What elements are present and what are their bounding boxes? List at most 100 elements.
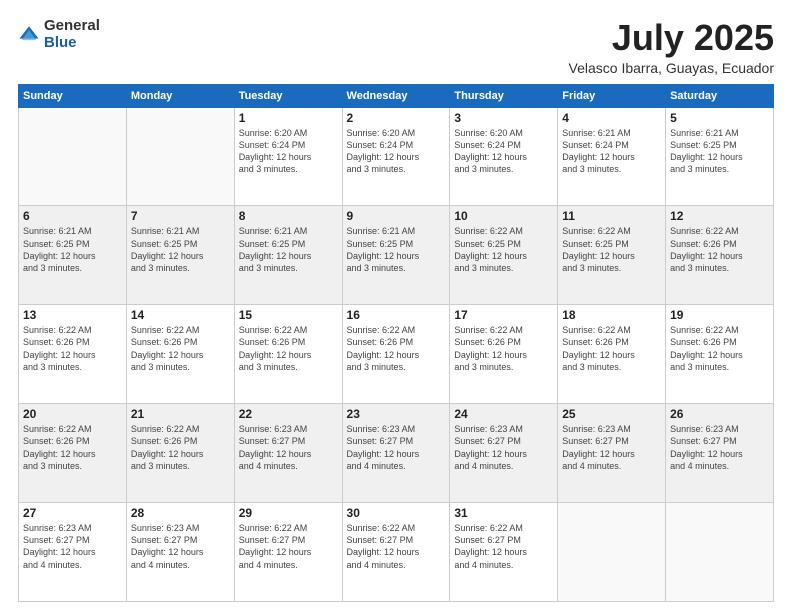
table-row — [126, 107, 234, 206]
logo-icon — [18, 24, 40, 46]
day-number: 13 — [23, 308, 122, 322]
month-title: July 2025 — [569, 18, 774, 58]
table-row: 27Sunrise: 6:23 AM Sunset: 6:27 PM Dayli… — [19, 503, 127, 602]
day-info: Sunrise: 6:22 AM Sunset: 6:26 PM Dayligh… — [131, 324, 230, 373]
day-info: Sunrise: 6:22 AM Sunset: 6:26 PM Dayligh… — [131, 423, 230, 472]
header-row: Sunday Monday Tuesday Wednesday Thursday… — [19, 84, 774, 107]
day-number: 24 — [454, 407, 553, 421]
day-info: Sunrise: 6:23 AM Sunset: 6:27 PM Dayligh… — [454, 423, 553, 472]
table-row: 11Sunrise: 6:22 AM Sunset: 6:25 PM Dayli… — [558, 206, 666, 305]
day-number: 28 — [131, 506, 230, 520]
day-info: Sunrise: 6:22 AM Sunset: 6:26 PM Dayligh… — [23, 324, 122, 373]
day-info: Sunrise: 6:22 AM Sunset: 6:26 PM Dayligh… — [23, 423, 122, 472]
table-row: 2 Sunrise: 6:20 AM Sunset: 6:24 PM Daylig… — [342, 107, 450, 206]
day-number: 31 — [454, 506, 553, 520]
logo-words: General Blue — [44, 18, 100, 51]
day-info: Sunrise: 6:23 AM Sunset: 6:27 PM Dayligh… — [131, 522, 230, 571]
table-row: 1 Sunrise: 6:20 AM Sunset: 6:24 PM Daylig… — [234, 107, 342, 206]
calendar-week-row: 13 Sunrise: 6:22 AM Sunset: 6:26 PM Dayli… — [19, 305, 774, 404]
day-number: 19 — [670, 308, 769, 322]
table-row — [666, 503, 774, 602]
col-wednesday: Wednesday — [342, 84, 450, 107]
table-row: 25Sunrise: 6:23 AM Sunset: 6:27 PM Dayli… — [558, 404, 666, 503]
table-row: 6 Sunrise: 6:21 AM Sunset: 6:25 PM Daylig… — [19, 206, 127, 305]
table-row: 20 Sunrise: 6:22 AM Sunset: 6:26 PM Dayli… — [19, 404, 127, 503]
table-row: 18Sunrise: 6:22 AM Sunset: 6:26 PM Dayli… — [558, 305, 666, 404]
table-row — [558, 503, 666, 602]
day-number: 11 — [562, 209, 661, 223]
col-tuesday: Tuesday — [234, 84, 342, 107]
table-row: 24 Sunrise: 6:23 AM Sunset: 6:27 PM Dayli… — [450, 404, 558, 503]
table-row: 10Sunrise: 6:22 AM Sunset: 6:25 PM Dayli… — [450, 206, 558, 305]
day-info: Sunrise: 6:22 AM Sunset: 6:26 PM Dayligh… — [454, 324, 553, 373]
table-row — [19, 107, 127, 206]
col-monday: Monday — [126, 84, 234, 107]
day-number: 1 — [239, 111, 338, 125]
logo: General Blue — [18, 18, 100, 51]
day-number: 21 — [131, 407, 230, 421]
day-info: Sunrise: 6:21 AM Sunset: 6:25 PM Dayligh… — [239, 225, 338, 274]
day-number: 9 — [347, 209, 446, 223]
day-info: Sunrise: 6:22 AM Sunset: 6:27 PM Dayligh… — [347, 522, 446, 571]
day-info: Sunrise: 6:22 AM Sunset: 6:25 PM Dayligh… — [454, 225, 553, 274]
day-number: 4 — [562, 111, 661, 125]
col-thursday: Thursday — [450, 84, 558, 107]
table-row: 14 Sunrise: 6:22 AM Sunset: 6:26 PM Dayli… — [126, 305, 234, 404]
day-info: Sunrise: 6:22 AM Sunset: 6:26 PM Dayligh… — [347, 324, 446, 373]
logo-general: General — [44, 18, 100, 35]
table-row: 4 Sunrise: 6:21 AM Sunset: 6:24 PM Daylig… — [558, 107, 666, 206]
day-info: Sunrise: 6:21 AM Sunset: 6:25 PM Dayligh… — [23, 225, 122, 274]
day-info: Sunrise: 6:22 AM Sunset: 6:26 PM Dayligh… — [670, 324, 769, 373]
calendar-table: Sunday Monday Tuesday Wednesday Thursday… — [18, 84, 774, 602]
day-number: 12 — [670, 209, 769, 223]
day-number: 17 — [454, 308, 553, 322]
col-sunday: Sunday — [19, 84, 127, 107]
table-row: 22 Sunrise: 6:23 AM Sunset: 6:27 PM Dayli… — [234, 404, 342, 503]
logo-blue: Blue — [44, 35, 100, 52]
table-row: 3 Sunrise: 6:20 AM Sunset: 6:24 PM Daylig… — [450, 107, 558, 206]
calendar-header: Sunday Monday Tuesday Wednesday Thursday… — [19, 84, 774, 107]
day-number: 20 — [23, 407, 122, 421]
day-info: Sunrise: 6:20 AM Sunset: 6:24 PM Dayligh… — [347, 127, 446, 176]
day-number: 2 — [347, 111, 446, 125]
calendar-week-row: 27Sunrise: 6:23 AM Sunset: 6:27 PM Dayli… — [19, 503, 774, 602]
day-number: 5 — [670, 111, 769, 125]
table-row: 12 Sunrise: 6:22 AM Sunset: 6:26 PM Dayli… — [666, 206, 774, 305]
table-row: 9 Sunrise: 6:21 AM Sunset: 6:25 PM Daylig… — [342, 206, 450, 305]
day-info: Sunrise: 6:20 AM Sunset: 6:24 PM Dayligh… — [239, 127, 338, 176]
day-info: Sunrise: 6:22 AM Sunset: 6:26 PM Dayligh… — [670, 225, 769, 274]
day-number: 6 — [23, 209, 122, 223]
table-row: 28 Sunrise: 6:23 AM Sunset: 6:27 PM Dayli… — [126, 503, 234, 602]
calendar-week-row: 6 Sunrise: 6:21 AM Sunset: 6:25 PM Daylig… — [19, 206, 774, 305]
day-info: Sunrise: 6:23 AM Sunset: 6:27 PM Dayligh… — [670, 423, 769, 472]
table-row: 21 Sunrise: 6:22 AM Sunset: 6:26 PM Dayli… — [126, 404, 234, 503]
header: General Blue July 2025 Velasco Ibarra, G… — [18, 18, 774, 76]
day-number: 23 — [347, 407, 446, 421]
day-info: Sunrise: 6:22 AM Sunset: 6:26 PM Dayligh… — [239, 324, 338, 373]
table-row: 30 Sunrise: 6:22 AM Sunset: 6:27 PM Dayli… — [342, 503, 450, 602]
day-number: 15 — [239, 308, 338, 322]
day-info: Sunrise: 6:21 AM Sunset: 6:25 PM Dayligh… — [347, 225, 446, 274]
table-row: 5 Sunrise: 6:21 AM Sunset: 6:25 PM Daylig… — [666, 107, 774, 206]
day-number: 3 — [454, 111, 553, 125]
table-row: 15 Sunrise: 6:22 AM Sunset: 6:26 PM Dayli… — [234, 305, 342, 404]
day-info: Sunrise: 6:23 AM Sunset: 6:27 PM Dayligh… — [239, 423, 338, 472]
calendar-body: 1 Sunrise: 6:20 AM Sunset: 6:24 PM Daylig… — [19, 107, 774, 601]
day-info: Sunrise: 6:21 AM Sunset: 6:25 PM Dayligh… — [670, 127, 769, 176]
day-number: 30 — [347, 506, 446, 520]
day-info: Sunrise: 6:21 AM Sunset: 6:24 PM Dayligh… — [562, 127, 661, 176]
day-info: Sunrise: 6:22 AM Sunset: 6:26 PM Dayligh… — [562, 324, 661, 373]
table-row: 8Sunrise: 6:21 AM Sunset: 6:25 PM Daylig… — [234, 206, 342, 305]
day-info: Sunrise: 6:23 AM Sunset: 6:27 PM Dayligh… — [347, 423, 446, 472]
table-row: 29Sunrise: 6:22 AM Sunset: 6:27 PM Dayli… — [234, 503, 342, 602]
day-number: 14 — [131, 308, 230, 322]
day-number: 26 — [670, 407, 769, 421]
day-info: Sunrise: 6:22 AM Sunset: 6:27 PM Dayligh… — [239, 522, 338, 571]
calendar-week-row: 1 Sunrise: 6:20 AM Sunset: 6:24 PM Daylig… — [19, 107, 774, 206]
calendar-week-row: 20 Sunrise: 6:22 AM Sunset: 6:26 PM Dayli… — [19, 404, 774, 503]
day-info: Sunrise: 6:20 AM Sunset: 6:24 PM Dayligh… — [454, 127, 553, 176]
day-number: 16 — [347, 308, 446, 322]
table-row: 26 Sunrise: 6:23 AM Sunset: 6:27 PM Dayli… — [666, 404, 774, 503]
day-info: Sunrise: 6:23 AM Sunset: 6:27 PM Dayligh… — [562, 423, 661, 472]
day-number: 22 — [239, 407, 338, 421]
